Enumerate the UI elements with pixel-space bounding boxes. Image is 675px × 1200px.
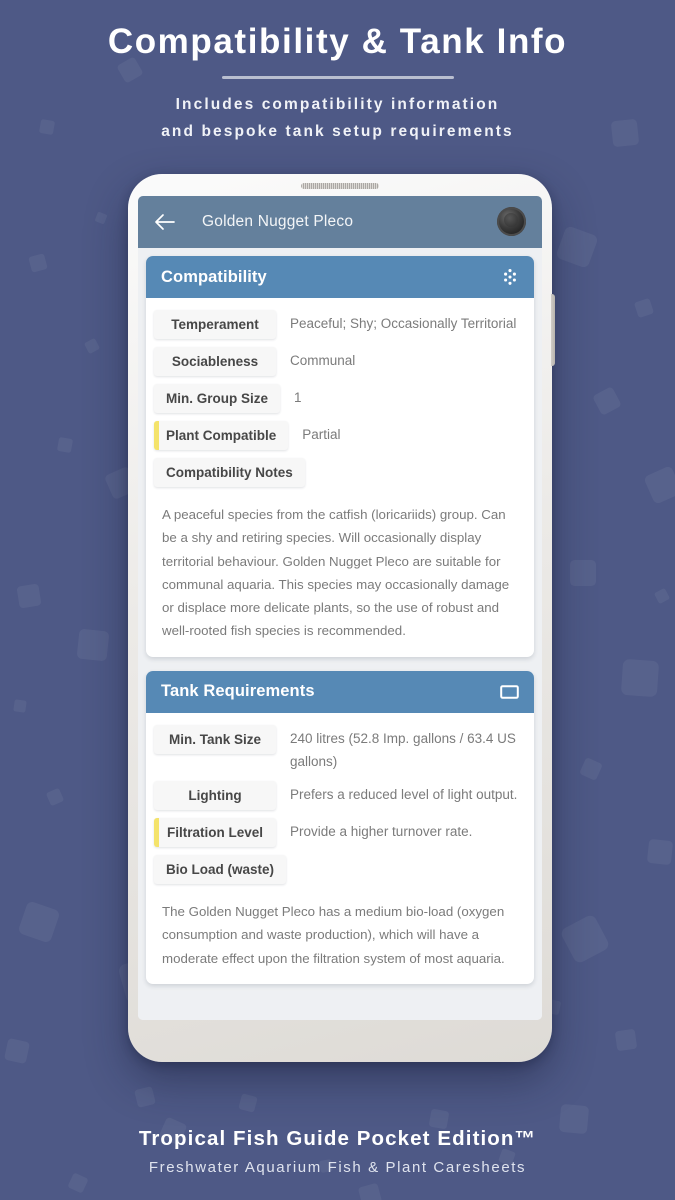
row-label: Filtration Level bbox=[154, 818, 276, 848]
row-label-wrap: Min. Tank Size bbox=[154, 724, 276, 754]
row-value: Prefers a reduced level of light output. bbox=[290, 787, 518, 803]
row-label: Min. Tank Size bbox=[154, 724, 276, 754]
tank-requirements-card: Tank Requirements Min. Tank Size 240 lit… bbox=[146, 670, 534, 984]
row-value: Peaceful; Shy; Occasionally Territorial bbox=[290, 316, 517, 331]
notes-label-row: Compatibility Notes bbox=[146, 458, 534, 487]
tank-rectangle-icon bbox=[500, 684, 519, 700]
row-value: 240 litres (52.8 Imp. gallons / 63.4 US … bbox=[290, 730, 516, 769]
background-square bbox=[238, 1093, 258, 1113]
notes-label: Compatibility Notes bbox=[154, 458, 305, 487]
promo-header: Compatibility & Tank Info Includes compa… bbox=[0, 0, 675, 146]
back-arrow-icon[interactable] bbox=[152, 209, 178, 235]
compatibility-card-body: Temperament Peaceful; Shy; Occasionally … bbox=[146, 298, 534, 657]
row-label-wrap: Sociableness bbox=[154, 347, 276, 376]
promo-subtitle-line1: Includes compatibility information bbox=[175, 96, 500, 114]
row-label: Min. Group Size bbox=[154, 384, 281, 413]
row-label: Sociableness bbox=[154, 347, 276, 376]
background-square bbox=[643, 465, 675, 505]
tank-requirements-card-title: Tank Requirements bbox=[161, 682, 315, 701]
table-row: Filtration Level Provide a higher turnov… bbox=[146, 818, 534, 848]
promo-title: Compatibility & Tank Info bbox=[107, 22, 568, 61]
table-row: Lighting Prefers a reduced level of ligh… bbox=[146, 781, 534, 811]
row-label-wrap: Filtration Level bbox=[154, 818, 276, 848]
accent-bar-icon bbox=[154, 421, 159, 450]
accent-bar-icon bbox=[154, 818, 159, 848]
background-square bbox=[614, 1028, 638, 1052]
tank-requirements-card-body: Min. Tank Size 240 litres (52.8 Imp. gal… bbox=[146, 713, 534, 984]
power-button[interactable] bbox=[551, 294, 555, 366]
background-square bbox=[559, 913, 611, 965]
table-row: Min. Group Size 1 bbox=[146, 384, 534, 413]
notes-label: Bio Load (waste) bbox=[154, 855, 287, 885]
footer-subtitle: Freshwater Aquarium Fish & Plant Careshe… bbox=[148, 1159, 527, 1176]
phone-mockup: Golden Nugget Pleco Compatibility Temper… bbox=[128, 174, 555, 1062]
row-label-wrap: Compatibility Notes bbox=[154, 458, 305, 487]
promo-footer: Tropical Fish Guide Pocket Edition™ Fres… bbox=[0, 1127, 675, 1176]
background-square bbox=[555, 225, 599, 269]
promo-subtitle-line2: and bespoke tank setup requirements bbox=[161, 122, 514, 140]
row-value: Communal bbox=[290, 353, 356, 368]
background-square bbox=[570, 560, 596, 586]
compatibility-card: Compatibility Temperament Peaceful; Shy;… bbox=[146, 256, 534, 657]
screen-content[interactable]: Compatibility Temperament Peaceful; Shy;… bbox=[138, 248, 542, 1020]
background-square bbox=[134, 1086, 156, 1108]
row-label-wrap: Bio Load (waste) bbox=[154, 855, 287, 885]
camera-punch-hole-icon bbox=[497, 207, 526, 236]
footer-title: Tropical Fish Guide Pocket Edition™ bbox=[138, 1127, 537, 1150]
dot-cluster-icon bbox=[501, 268, 519, 286]
background-square bbox=[579, 757, 603, 781]
row-label-wrap: Plant Compatible bbox=[154, 421, 289, 450]
row-value: Partial bbox=[302, 427, 341, 442]
background-square bbox=[16, 583, 42, 609]
notes-label-row: Bio Load (waste) bbox=[146, 855, 534, 885]
background-square bbox=[28, 253, 48, 273]
background-square bbox=[45, 787, 65, 807]
app-bar: Golden Nugget Pleco bbox=[138, 196, 542, 248]
bio-load-notes-text: The Golden Nugget Pleco has a medium bio… bbox=[162, 904, 505, 966]
background-square bbox=[94, 211, 108, 225]
compatibility-notes-text: A peaceful species from the catfish (lor… bbox=[162, 507, 510, 639]
background-square bbox=[633, 297, 655, 319]
background-square bbox=[17, 900, 61, 944]
table-row: Min. Tank Size 240 litres (52.8 Imp. gal… bbox=[146, 724, 534, 773]
row-value: 1 bbox=[294, 390, 302, 405]
earpiece-speaker bbox=[301, 183, 379, 189]
row-label: Lighting bbox=[154, 781, 276, 811]
table-row: Plant Compatible Partial bbox=[146, 421, 534, 450]
promo-divider bbox=[221, 76, 454, 80]
background-square bbox=[620, 658, 660, 698]
background-square bbox=[592, 386, 622, 416]
compatibility-card-title: Compatibility bbox=[161, 267, 267, 286]
row-label-wrap: Min. Group Size bbox=[154, 384, 281, 413]
compatibility-card-header[interactable]: Compatibility bbox=[146, 256, 534, 298]
background-square bbox=[13, 699, 27, 713]
background-square bbox=[653, 587, 671, 605]
background-square bbox=[83, 337, 101, 355]
app-bar-title: Golden Nugget Pleco bbox=[202, 213, 354, 230]
row-label: Temperament bbox=[154, 310, 276, 339]
background-square bbox=[76, 628, 110, 662]
row-value: Provide a higher turnover rate. bbox=[290, 824, 473, 840]
tank-requirements-card-header[interactable]: Tank Requirements bbox=[146, 670, 534, 713]
phone-screen: Golden Nugget Pleco Compatibility Temper… bbox=[138, 196, 542, 1020]
row-label-wrap: Lighting bbox=[154, 781, 276, 811]
background-square bbox=[3, 1037, 31, 1065]
background-square bbox=[56, 436, 74, 454]
table-row: Temperament Peaceful; Shy; Occasionally … bbox=[146, 310, 534, 339]
row-label-wrap: Temperament bbox=[154, 310, 276, 339]
table-row: Sociableness Communal bbox=[146, 347, 534, 376]
row-label: Plant Compatible bbox=[154, 421, 289, 450]
background-square bbox=[357, 1182, 383, 1200]
background-square bbox=[646, 838, 674, 866]
